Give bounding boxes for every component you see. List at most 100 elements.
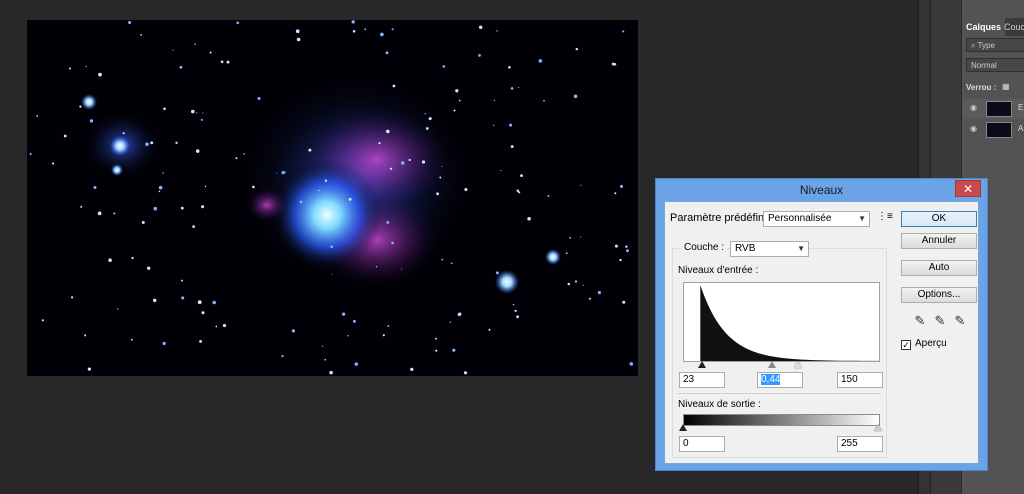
star: [512, 303, 515, 306]
star: [614, 192, 617, 195]
star: [488, 328, 491, 331]
star: [449, 321, 451, 323]
star: [387, 325, 390, 328]
star: [452, 348, 456, 352]
star: [527, 217, 531, 221]
auto-button[interactable]: Auto: [901, 260, 977, 276]
star: [324, 179, 328, 182]
output-white-slider[interactable]: [874, 424, 882, 431]
input-gamma-field[interactable]: 0,44: [757, 372, 803, 388]
star: [192, 225, 195, 228]
close-icon: ✕: [962, 182, 974, 196]
levels-dialog: Niveaux ✕ Paramètre prédéfini : Personna…: [655, 178, 988, 471]
star: [128, 20, 132, 25]
preset-select[interactable]: Personnalisée ▼: [763, 211, 870, 227]
star: [141, 221, 145, 224]
star: [98, 72, 102, 77]
star: [425, 127, 429, 130]
star: [324, 358, 326, 361]
star: [510, 145, 514, 149]
tab-calques[interactable]: Calques: [962, 18, 1006, 36]
star: [492, 124, 495, 127]
input-gamma-slider[interactable]: [768, 361, 776, 368]
star: [442, 65, 446, 68]
close-button[interactable]: ✕: [955, 180, 981, 197]
eye-icon[interactable]: ◉: [970, 125, 980, 133]
preview-label: Aperçu: [915, 338, 947, 349]
cancel-button[interactable]: Annuler: [901, 233, 977, 249]
star: [351, 20, 355, 24]
star: [147, 266, 151, 270]
input-levels-label: Niveaux d'entrée :: [678, 265, 759, 276]
channel-select[interactable]: RVB ▼: [730, 241, 809, 257]
star: [308, 148, 312, 152]
star: [284, 171, 287, 173]
channel-value: RVB: [735, 243, 756, 254]
star: [565, 252, 568, 255]
star: [538, 59, 543, 63]
star: [179, 65, 183, 69]
lock-pixels-icon[interactable]: ▦: [1002, 82, 1024, 91]
star: [79, 105, 82, 108]
star: [140, 34, 142, 36]
orion-nebula-image[interactable]: [27, 20, 638, 376]
star: [199, 339, 203, 343]
dialog-title: Niveaux: [799, 183, 844, 197]
star: [195, 112, 198, 114]
star: [629, 362, 634, 366]
star: [455, 89, 459, 93]
preview-checkbox[interactable]: ✓: [901, 340, 911, 350]
star: [441, 258, 443, 261]
star: [348, 197, 352, 201]
options-button[interactable]: Options...: [901, 287, 977, 303]
star: [190, 109, 195, 114]
star: [220, 60, 224, 64]
star: [163, 107, 166, 111]
star: [158, 190, 161, 193]
layer-filter-field[interactable]: ⌕ Type: [966, 38, 1024, 52]
star: [295, 29, 300, 34]
star: [428, 117, 432, 121]
star: [580, 236, 582, 238]
star: [378, 141, 381, 145]
layer-row[interactable]: ◉ A: [962, 120, 1024, 140]
tab-couches[interactable]: Couc: [1000, 18, 1024, 36]
star: [162, 172, 164, 174]
preset-options-icon[interactable]: ⋮≡: [877, 211, 893, 222]
input-white-field[interactable]: 150: [837, 372, 883, 388]
star: [385, 51, 389, 55]
star: [276, 172, 278, 174]
star: [622, 300, 626, 304]
output-black-slider[interactable]: [679, 424, 687, 431]
output-white-field[interactable]: 255: [837, 436, 883, 452]
star: [84, 334, 87, 337]
star: [458, 99, 461, 102]
output-black-field[interactable]: 0: [679, 436, 725, 452]
input-black-field[interactable]: 23: [679, 372, 725, 388]
star: [153, 206, 158, 211]
star: [180, 279, 183, 282]
blend-mode-select[interactable]: Normal: [966, 58, 1024, 72]
star: [331, 273, 333, 275]
star: [291, 329, 296, 333]
star: [52, 162, 55, 165]
star: [36, 115, 39, 117]
star: [391, 241, 394, 245]
gray-eyedropper-icon[interactable]: ✎: [933, 313, 947, 329]
star: [70, 296, 74, 299]
ok-button[interactable]: OK: [901, 211, 977, 227]
input-black-slider[interactable]: [698, 361, 706, 368]
white-eyedropper-icon[interactable]: ✎: [953, 313, 967, 329]
layer-thumbnail: [986, 101, 1012, 117]
star: [194, 43, 196, 45]
layer-row[interactable]: ◉ E: [962, 99, 1024, 119]
star: [408, 158, 411, 162]
black-eyedropper-icon[interactable]: ✎: [913, 313, 927, 329]
eye-icon[interactable]: ◉: [970, 104, 980, 112]
star: [625, 245, 628, 248]
star: [195, 149, 200, 153]
star: [508, 66, 511, 69]
levels-histogram: [683, 282, 880, 362]
input-white-slider[interactable]: [794, 361, 802, 368]
star: [172, 49, 174, 51]
